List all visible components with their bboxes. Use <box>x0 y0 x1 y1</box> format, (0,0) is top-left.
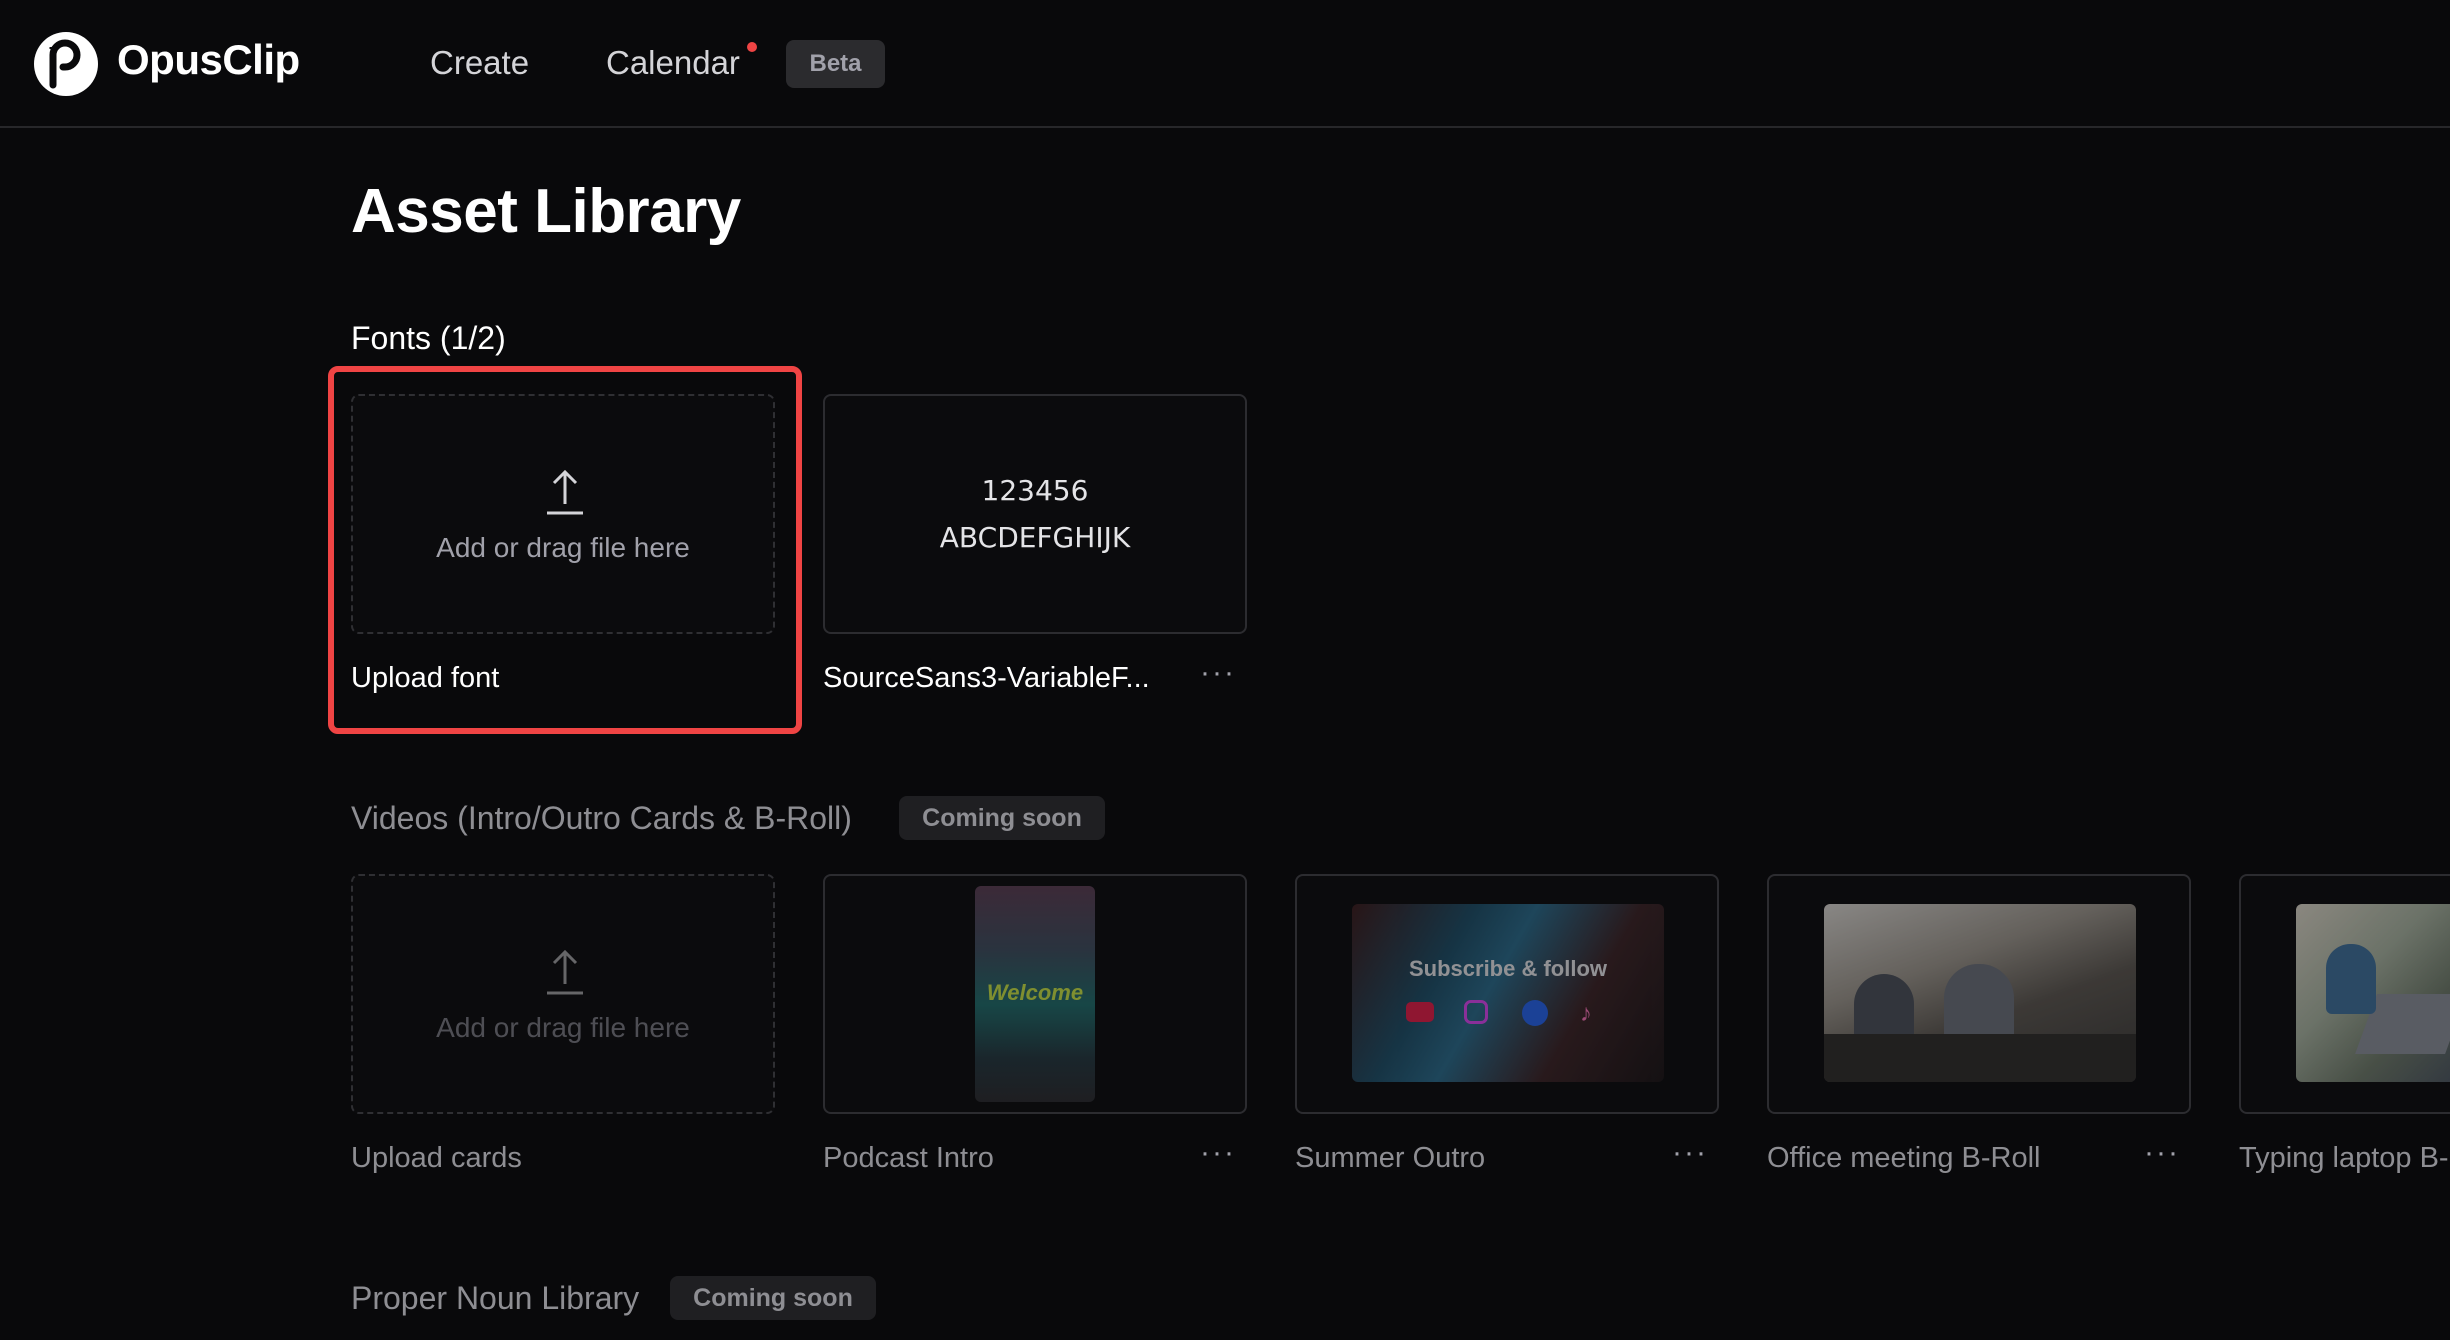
thumbnail-overlay-text: Welcome <box>986 980 1084 1005</box>
instagram-icon <box>1464 1000 1488 1024</box>
video-name-office-meeting: Office meeting B-Roll <box>1767 1142 2041 1174</box>
upload-cards-text: Add or drag file here <box>436 1012 690 1043</box>
video-card-summer-outro[interactable]: Subscribe & follow ♪ <box>1295 874 1719 1114</box>
tiktok-icon: ♪ <box>1580 1000 1592 1027</box>
font-preview-digits: 123456 <box>981 474 1089 507</box>
thumbnail-figure <box>2326 944 2376 1014</box>
typing-laptop-thumbnail <box>2296 904 2450 1082</box>
youtube-icon <box>1406 1002 1434 1022</box>
thumbnail-overlay-text: Subscribe & follow <box>1408 956 1608 981</box>
upload-cards-dropzone[interactable]: Add or drag file here <box>351 874 775 1114</box>
upload-font-highlight <box>328 366 802 734</box>
podcast-intro-thumbnail: Welcome <box>975 886 1095 1102</box>
upload-cards-label: Upload cards <box>351 1142 522 1174</box>
nav-calendar[interactable]: Calendar <box>606 44 740 82</box>
summer-outro-thumbnail: Subscribe & follow ♪ <box>1352 904 1664 1082</box>
font-more-button[interactable]: ··· <box>1200 656 1236 690</box>
proper-noun-coming-soon-badge: Coming soon <box>670 1276 876 1320</box>
upload-icon <box>547 949 583 995</box>
font-card[interactable]: 123456 ABCDEFGHIJK <box>823 394 1247 634</box>
notification-dot <box>747 42 757 52</box>
proper-noun-section-title: Proper Noun Library <box>351 1280 640 1316</box>
video-card-podcast-intro[interactable]: Welcome <box>823 874 1247 1114</box>
beta-badge: Beta <box>786 40 885 88</box>
top-bar: OpusClip Create Calendar Beta <box>0 0 2450 128</box>
video-name-podcast-intro: Podcast Intro <box>823 1142 994 1174</box>
brand-name[interactable]: OpusClip <box>117 36 300 84</box>
nav-create[interactable]: Create <box>430 44 529 82</box>
videos-section-title: Videos (Intro/Outro Cards & B-Roll) <box>351 800 852 836</box>
font-name: SourceSans3-VariableF... <box>823 662 1150 694</box>
fonts-section-title: Fonts (1/2) <box>351 320 506 356</box>
video-name-summer-outro: Summer Outro <box>1295 1142 1486 1174</box>
page-title: Asset Library <box>351 177 741 246</box>
videos-coming-soon-badge: Coming soon <box>899 796 1105 840</box>
thumbnail-table <box>1824 1034 2136 1082</box>
font-preview-letters: ABCDEFGHIJK <box>939 521 1131 554</box>
video-name-typing-laptop: Typing laptop B- <box>2239 1142 2449 1174</box>
video-card-office-meeting[interactable] <box>1767 874 2191 1114</box>
office-meeting-more-button[interactable]: ··· <box>2144 1136 2180 1170</box>
summer-outro-more-button[interactable]: ··· <box>1672 1136 1708 1170</box>
office-meeting-thumbnail <box>1824 904 2136 1082</box>
opusclip-logo-icon[interactable] <box>33 31 99 97</box>
podcast-intro-more-button[interactable]: ··· <box>1200 1136 1236 1170</box>
facebook-icon <box>1522 1000 1548 1026</box>
video-card-typing-laptop[interactable] <box>2239 874 2450 1114</box>
